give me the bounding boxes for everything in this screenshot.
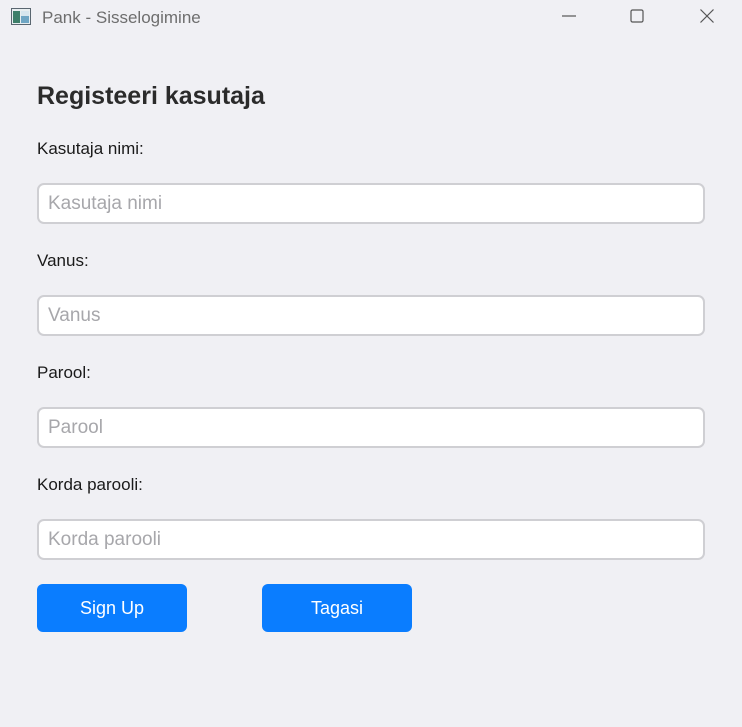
page-title: Registeeri kasutaja	[37, 82, 265, 110]
maximize-button[interactable]	[602, 0, 672, 36]
title-bar: Pank - Sisselogimine	[0, 0, 742, 36]
username-input[interactable]	[37, 183, 705, 224]
username-label: Kasutaja nimi:	[37, 139, 144, 158]
minimize-button[interactable]	[534, 0, 604, 36]
close-button[interactable]	[672, 0, 742, 36]
password-label: Parool:	[37, 363, 91, 382]
password-input[interactable]	[37, 407, 705, 448]
back-button[interactable]: Tagasi	[262, 584, 412, 632]
app-window-icon	[11, 8, 31, 25]
window-title: Pank - Sisselogimine	[42, 8, 201, 27]
age-label: Vanus:	[37, 251, 89, 270]
maximize-icon	[629, 8, 645, 29]
repeat-password-input[interactable]	[37, 519, 705, 560]
age-input[interactable]	[37, 295, 705, 336]
sign-up-button[interactable]: Sign Up	[37, 584, 187, 632]
repeat-password-label: Korda parooli:	[37, 475, 143, 494]
close-icon	[699, 8, 715, 29]
minimize-icon	[561, 8, 577, 29]
